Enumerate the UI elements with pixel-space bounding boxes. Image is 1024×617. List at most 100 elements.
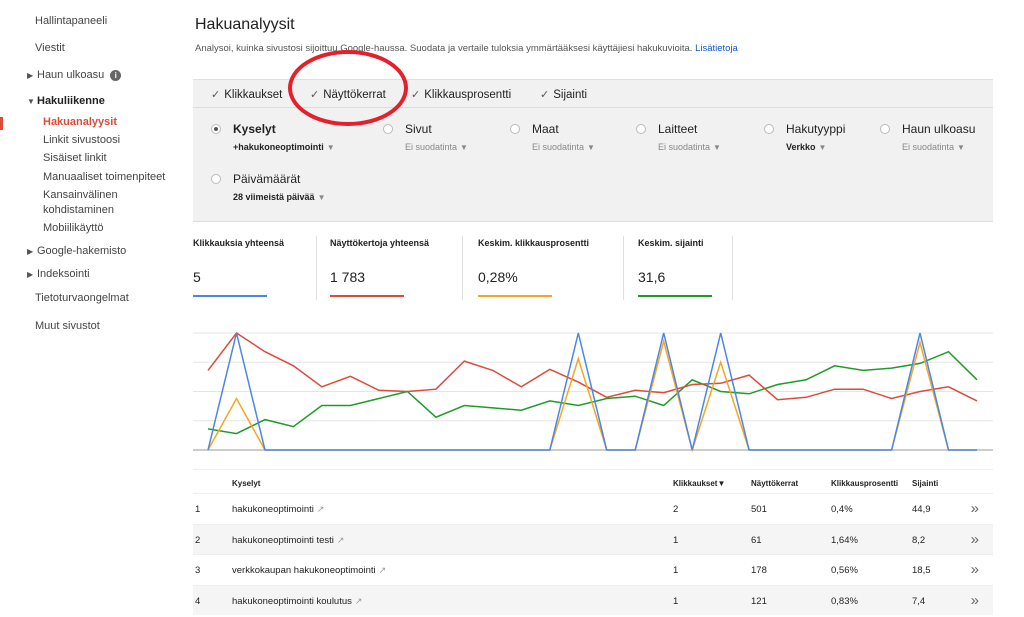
annotation-circle (288, 50, 408, 126)
divider (732, 236, 733, 300)
table-row[interactable]: 1 hakukoneoptimointi ↗ 2 501 0,4% 44,9 » (193, 493, 993, 524)
query-cell: hakukoneoptimointi ↗ (232, 504, 324, 515)
stat-color-bar (638, 295, 712, 297)
stat-total-clicks[interactable]: Klikkauksia yhteensä 5 (193, 238, 284, 300)
filter-value[interactable]: Ei suodatinta ▼ (405, 142, 468, 152)
stat-label: Näyttökertoja yhteensä (330, 238, 430, 248)
sidebar-item-links[interactable]: Linkit sivustoosi (43, 134, 120, 146)
chevron-right-icon: ▶ (27, 247, 34, 256)
row-number: 4 (195, 595, 201, 607)
active-indicator (0, 117, 3, 130)
filter-label: Laitteet (658, 122, 698, 136)
filter-value[interactable]: Ei suodatinta ▼ (902, 142, 965, 152)
stat-color-bar (478, 295, 552, 297)
divider (623, 236, 624, 300)
header-impressions[interactable]: Näyttökerrat (751, 479, 798, 488)
stat-avg-ctr[interactable]: Keskim. klikkausprosentti 0,28% (478, 238, 589, 300)
table-row[interactable]: 4 hakukoneoptimointi koulutus ↗ 1 121 0,8… (193, 584, 993, 615)
clicks-cell: 1 (673, 595, 679, 607)
filter-value[interactable]: Ei suodatinta ▼ (658, 142, 721, 152)
stat-color-bar (193, 295, 267, 297)
metric-ctr-checkbox[interactable]: ✓ Klikkausprosentti (411, 88, 511, 101)
header-clicks[interactable]: Klikkaukset▼ (673, 479, 725, 488)
caret-down-icon: ▼ (713, 143, 721, 152)
double-chevron-right-icon[interactable]: » (971, 531, 979, 548)
clicks-cell: 1 (673, 534, 679, 546)
chevron-right-icon: ▶ (27, 270, 34, 279)
radio[interactable] (211, 174, 221, 184)
double-chevron-right-icon[interactable]: » (971, 500, 979, 517)
radio[interactable] (383, 124, 393, 134)
stat-avg-position[interactable]: Keskim. sijainti 31,6 (638, 238, 712, 300)
row-number: 3 (195, 565, 201, 576)
query-text: hakukoneoptimointi koulutus (232, 595, 352, 607)
sidebar-item-manual-actions[interactable]: Manuaaliset toimenpiteet (43, 171, 165, 183)
caret-down-icon: ▼ (587, 143, 595, 152)
sidebar-item-search-appearance[interactable]: ▶ Haun ulkoasu i (27, 69, 122, 81)
filter-value[interactable]: Ei suodatinta ▼ (532, 142, 595, 152)
filter-label: Hakutyyppi (786, 122, 846, 136)
radio[interactable] (636, 124, 646, 134)
clicks-cell: 2 (673, 504, 679, 515)
header-queries[interactable]: Kyselyt (232, 479, 260, 488)
stat-value: 0,28% (478, 269, 518, 285)
external-link-icon[interactable]: ↗ (355, 596, 363, 606)
chevron-right-icon: ▶ (27, 71, 34, 80)
sidebar-item-international[interactable]: Kansainvälinen (43, 189, 118, 201)
ctr-cell: 0,4% (831, 504, 853, 515)
metric-label: Sijainti (553, 89, 588, 101)
sidebar-item-dashboard[interactable]: Hallintapaneeli (35, 15, 107, 27)
sidebar-item-security[interactable]: Tietoturvaongelmat (35, 292, 129, 304)
stat-value: 5 (193, 269, 201, 285)
radio-selected[interactable] (211, 124, 221, 134)
info-icon[interactable]: i (110, 70, 122, 81)
filter-value[interactable]: Verkko ▼ (786, 142, 826, 152)
stat-label: Keskim. sijainti (638, 238, 704, 248)
double-chevron-right-icon[interactable]: » (971, 561, 979, 578)
double-chevron-right-icon[interactable]: » (971, 592, 979, 609)
radio[interactable] (510, 124, 520, 134)
ctr-cell: 0,56% (831, 565, 858, 576)
metric-position-checkbox[interactable]: ✓ Sijainti (540, 88, 587, 101)
sidebar-item-search-analytics[interactable]: Hakuanalyysit (43, 116, 117, 128)
metric-clicks-checkbox[interactable]: ✓ Klikkaukset (211, 88, 282, 101)
sidebar-item-internal-links[interactable]: Sisäiset linkit (43, 152, 107, 164)
sidebar-item-google-index[interactable]: ▶ Google-hakemisto (27, 245, 126, 257)
table-row[interactable]: 3 verkkokaupan hakukoneoptimointi ↗ 1 178… (193, 554, 993, 585)
position-cell: 18,5 (912, 565, 931, 576)
radio[interactable] (880, 124, 890, 134)
header-position[interactable]: Sijainti (912, 479, 938, 488)
sidebar-item-search-traffic[interactable]: ▼ Hakuliikenne (27, 95, 105, 107)
filter-value[interactable]: 28 viimeistä päivää ▼ (233, 192, 325, 202)
caret-down-icon: ▼ (460, 143, 468, 152)
filter-value-text: Ei suodatinta (405, 142, 458, 152)
radio[interactable] (764, 124, 774, 134)
query-text: verkkokaupan hakukoneoptimointi (232, 565, 376, 576)
table-row[interactable]: 2 hakukoneoptimointi testi ↗ 1 61 1,64% 8… (193, 523, 993, 554)
caret-down-icon: ▼ (326, 143, 335, 152)
learn-more-link[interactable]: Lisätietoja (695, 43, 738, 54)
sidebar-item-messages[interactable]: Viestit (35, 42, 65, 54)
sidebar-item-mobile[interactable]: Mobiilikäyttö (43, 222, 104, 234)
checkmark-icon: ✓ (540, 89, 550, 101)
stat-total-impressions[interactable]: Näyttökertoja yhteensä 1 783 (330, 238, 429, 300)
filter-label: Sivut (405, 122, 432, 136)
filter-value-text: Verkko (786, 142, 816, 152)
sidebar-item-targeting[interactable]: kohdistaminen (43, 204, 114, 216)
sidebar-item-other-sites[interactable]: Muut sivustot (35, 320, 100, 332)
header-ctr[interactable]: Klikkausprosentti (831, 479, 898, 488)
performance-chart[interactable] (193, 320, 993, 460)
query-cell: hakukoneoptimointi koulutus ↗ (232, 596, 362, 607)
external-link-icon[interactable]: ↗ (337, 535, 345, 545)
query-cell: verkkokaupan hakukoneoptimointi ↗ (232, 565, 386, 576)
external-link-icon[interactable]: ↗ (317, 504, 325, 514)
filter-value-text: Ei suodatinta (532, 142, 585, 152)
impressions-cell: 178 (751, 565, 767, 576)
filter-value-text: 28 viimeistä päivää (233, 192, 315, 202)
sidebar-item-crawl[interactable]: ▶ Indeksointi (27, 268, 90, 280)
stat-color-bar (330, 295, 404, 297)
filter-value[interactable]: +hakukoneoptimointi ▼ (233, 142, 335, 152)
query-cell: hakukoneoptimointi testi ↗ (232, 535, 344, 546)
external-link-icon[interactable]: ↗ (379, 565, 387, 575)
series-line-2 (207, 338, 977, 453)
